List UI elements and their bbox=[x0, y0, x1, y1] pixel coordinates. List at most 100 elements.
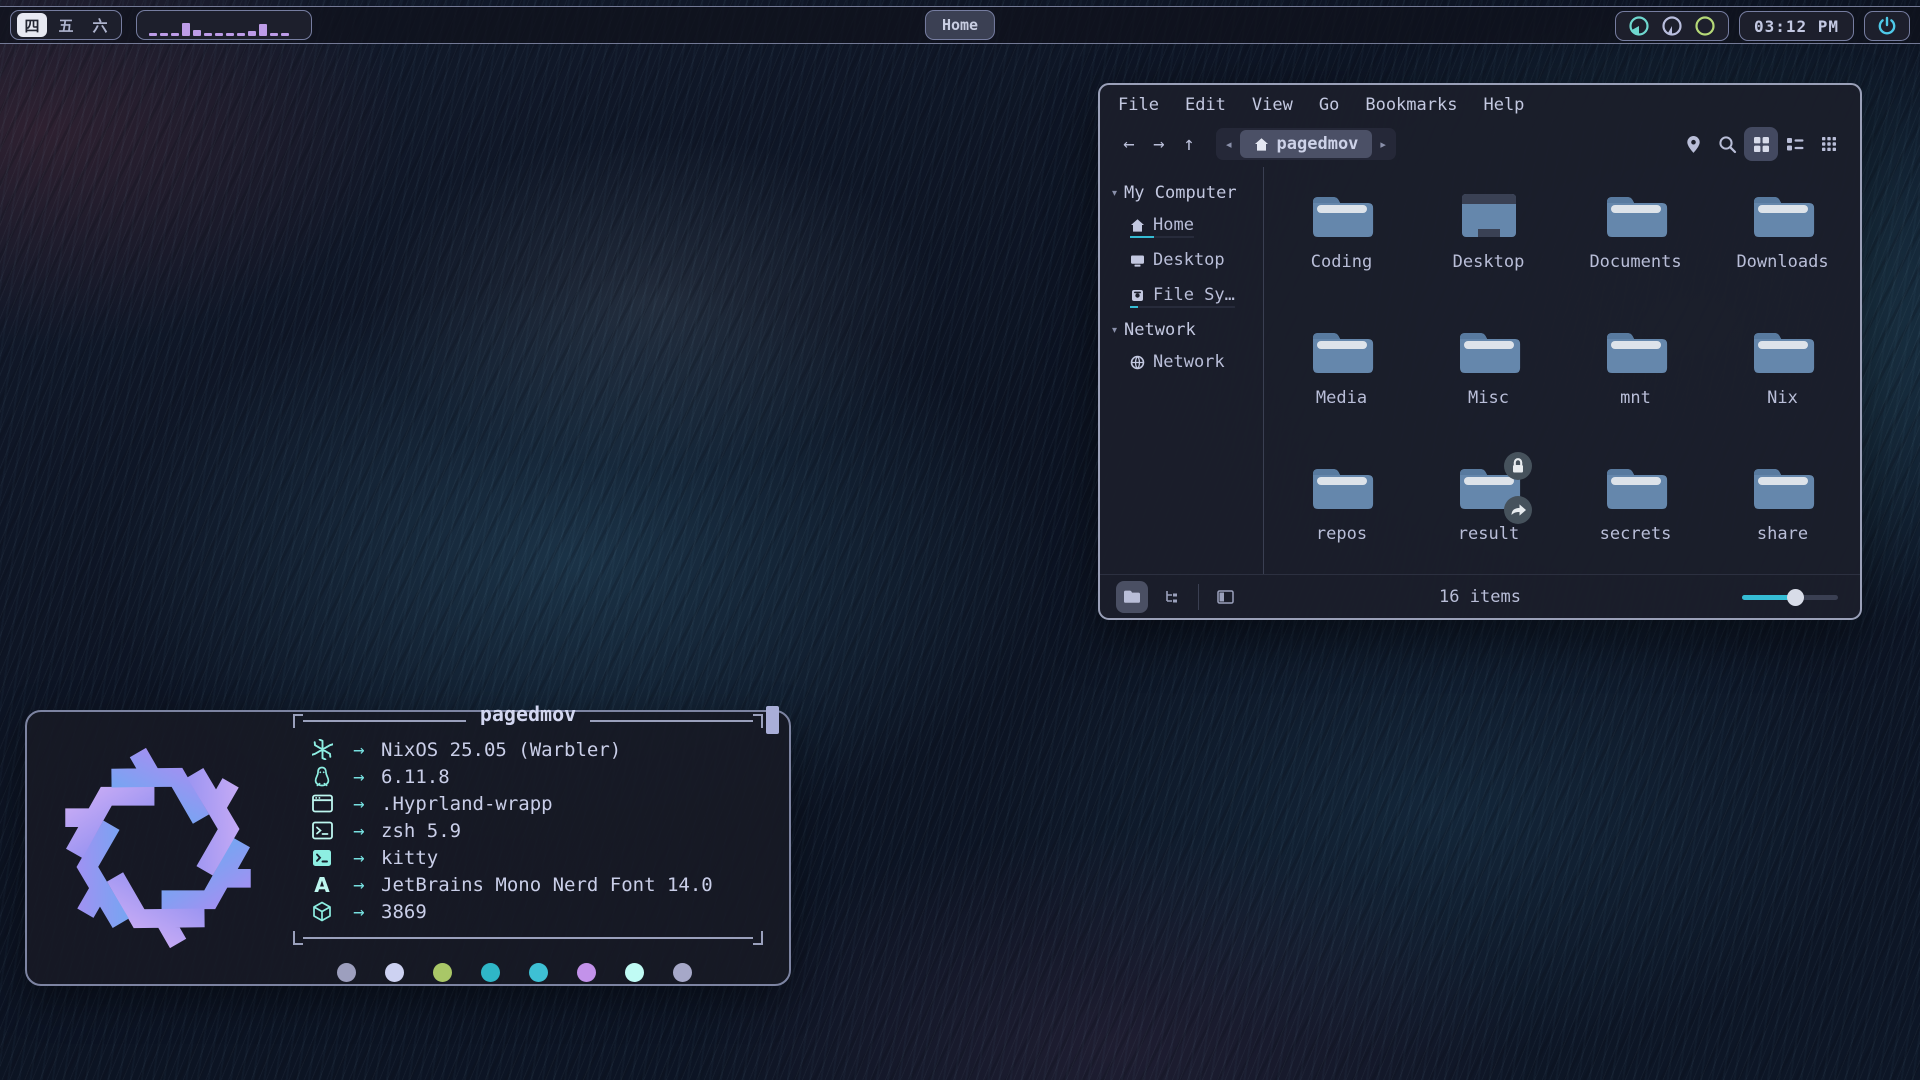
path-tab-home[interactable]: pagedmov bbox=[1240, 130, 1373, 158]
file-grid: Coding Desktop Documents Downloads Media… bbox=[1264, 167, 1860, 574]
folder-item-documents[interactable]: Documents bbox=[1562, 177, 1709, 313]
palette-dot bbox=[433, 963, 452, 982]
audio-visualizer bbox=[136, 10, 312, 40]
fetch-line-terminal: → kitty bbox=[307, 844, 763, 871]
file-manager-toolbar: ← → ↑ ◂ pagedmov ▸ bbox=[1100, 121, 1860, 167]
visualizer-bar bbox=[248, 31, 256, 36]
search-button[interactable] bbox=[1710, 127, 1744, 161]
visualizer-bar bbox=[149, 33, 157, 36]
folder-item-result[interactable]: result bbox=[1415, 449, 1562, 585]
location-button[interactable] bbox=[1676, 127, 1710, 161]
file-manager-menubar: File Edit View Go Bookmarks Help bbox=[1100, 85, 1860, 121]
home-icon bbox=[1254, 137, 1269, 152]
folder-label: Misc bbox=[1468, 388, 1509, 408]
toggle-sidepane-button[interactable] bbox=[1209, 581, 1241, 613]
fetch-value: NixOS 25.05 (Warbler) bbox=[381, 739, 621, 761]
places-pane-button[interactable] bbox=[1116, 581, 1148, 613]
fetch-line-wm: → .Hyprland-wrapp bbox=[307, 790, 763, 817]
clock-label: 03:12 PM bbox=[1754, 17, 1839, 36]
list-view-button[interactable] bbox=[1778, 127, 1812, 161]
visualizer-bar bbox=[171, 33, 179, 36]
path-scroll-left-button[interactable]: ◂ bbox=[1218, 138, 1240, 151]
folder-item-desktop[interactable]: Desktop bbox=[1415, 177, 1562, 313]
sidebar-item-home[interactable]: Home bbox=[1130, 215, 1194, 238]
folder-item-secrets[interactable]: secrets bbox=[1562, 449, 1709, 585]
fetch-box-top: pagedmov bbox=[293, 714, 763, 728]
sidebar-item-label: Home bbox=[1153, 215, 1194, 235]
folder-item-repos[interactable]: repos bbox=[1268, 449, 1415, 585]
sidebar-item-filesystem[interactable]: File Sy… bbox=[1130, 285, 1235, 308]
up-button[interactable]: ↑ bbox=[1174, 133, 1204, 155]
compact-grid-icon bbox=[1821, 136, 1837, 152]
workspace-label: 四 bbox=[24, 15, 39, 36]
folder-icon bbox=[1751, 191, 1815, 243]
workspace-item-1[interactable]: 四 bbox=[17, 13, 47, 37]
visualizer-bar bbox=[204, 33, 212, 36]
folder-item-downloads[interactable]: Downloads bbox=[1709, 177, 1856, 313]
fetch-lines: → NixOS 25.05 (Warbler) → 6.11.8 → .Hypr… bbox=[307, 736, 763, 925]
folder-item-media[interactable]: Media bbox=[1268, 313, 1415, 449]
folder-item-misc[interactable]: Misc bbox=[1415, 313, 1562, 449]
workspace-item-2[interactable]: 五 bbox=[51, 13, 81, 37]
menu-file[interactable]: File bbox=[1118, 95, 1159, 117]
fetch-terminal-content: pagedmov → NixOS 25.05 (Warbler) → 6.11.… bbox=[293, 714, 763, 982]
fetch-box-bottom bbox=[293, 931, 763, 945]
menu-bookmarks[interactable]: Bookmarks bbox=[1365, 95, 1457, 117]
palette-dot bbox=[625, 963, 644, 982]
folder-icon bbox=[1751, 463, 1815, 515]
path-label: pagedmov bbox=[1277, 134, 1359, 154]
folder-pane-icon bbox=[1123, 589, 1141, 604]
zoom-slider-knob[interactable] bbox=[1787, 589, 1804, 606]
visualizer-bar bbox=[215, 33, 223, 36]
location-pin-icon bbox=[1685, 135, 1702, 154]
folder-icon bbox=[1604, 191, 1668, 243]
sidebar-section-label: Network bbox=[1124, 320, 1196, 340]
palette-dot bbox=[577, 963, 596, 982]
visualizer-bar bbox=[237, 33, 245, 36]
search-icon bbox=[1718, 135, 1737, 154]
tree-pane-button[interactable] bbox=[1156, 581, 1188, 613]
grid-view-icon bbox=[1753, 136, 1770, 153]
folder-icon bbox=[1604, 327, 1668, 379]
folder-item-nix[interactable]: Nix bbox=[1709, 313, 1856, 449]
fetch-value: JetBrains Mono Nerd Font 14.0 bbox=[381, 874, 713, 896]
fetch-value: 3869 bbox=[381, 901, 427, 923]
memory-usage-indicator bbox=[1661, 15, 1683, 37]
sidebar-item-desktop[interactable]: Desktop bbox=[1130, 250, 1225, 273]
forward-button[interactable]: → bbox=[1144, 133, 1174, 155]
desktop-icon bbox=[1457, 191, 1521, 243]
back-button[interactable]: ← bbox=[1114, 133, 1144, 155]
folder-item-share[interactable]: share bbox=[1709, 449, 1856, 585]
zoom-slider[interactable] bbox=[1742, 589, 1838, 605]
sidebar-item-network[interactable]: Network bbox=[1130, 352, 1225, 375]
power-button[interactable] bbox=[1864, 11, 1910, 41]
fetch-line-font: A → JetBrains Mono Nerd Font 14.0 bbox=[307, 871, 763, 898]
fetch-value: zsh 5.9 bbox=[381, 820, 461, 842]
folder-icon bbox=[1310, 191, 1374, 243]
path-bar: ◂ pagedmov ▸ bbox=[1216, 128, 1396, 160]
compact-view-button[interactable] bbox=[1812, 127, 1846, 161]
menu-edit[interactable]: Edit bbox=[1185, 95, 1226, 117]
folder-label: repos bbox=[1316, 524, 1367, 544]
sidebar-section-my-computer[interactable]: ▾ My Computer bbox=[1112, 183, 1255, 203]
folder-item-mnt[interactable]: mnt bbox=[1562, 313, 1709, 449]
folder-label: Coding bbox=[1311, 252, 1372, 272]
icon-view-button[interactable] bbox=[1744, 127, 1778, 161]
menu-help[interactable]: Help bbox=[1483, 95, 1524, 117]
palette-dot bbox=[337, 963, 356, 982]
folder-item-coding[interactable]: Coding bbox=[1268, 177, 1415, 313]
visualizer-bar bbox=[270, 33, 278, 36]
menu-view[interactable]: View bbox=[1252, 95, 1293, 117]
path-scroll-right-button[interactable]: ▸ bbox=[1372, 138, 1394, 151]
color-palette bbox=[337, 963, 763, 982]
lock-emblem-icon bbox=[1503, 451, 1533, 481]
workspace-label: 五 bbox=[58, 15, 73, 36]
sidebar-section-network[interactable]: ▾ Network bbox=[1112, 320, 1255, 340]
arrow-icon: → bbox=[337, 793, 381, 815]
sidebar-item-label: Network bbox=[1153, 352, 1225, 372]
terminal-cursor bbox=[766, 706, 779, 734]
arrow-icon: → bbox=[337, 847, 381, 869]
workspace-item-3[interactable]: 六 bbox=[85, 13, 115, 37]
monitor-icon bbox=[1130, 253, 1145, 268]
menu-go[interactable]: Go bbox=[1319, 95, 1339, 117]
